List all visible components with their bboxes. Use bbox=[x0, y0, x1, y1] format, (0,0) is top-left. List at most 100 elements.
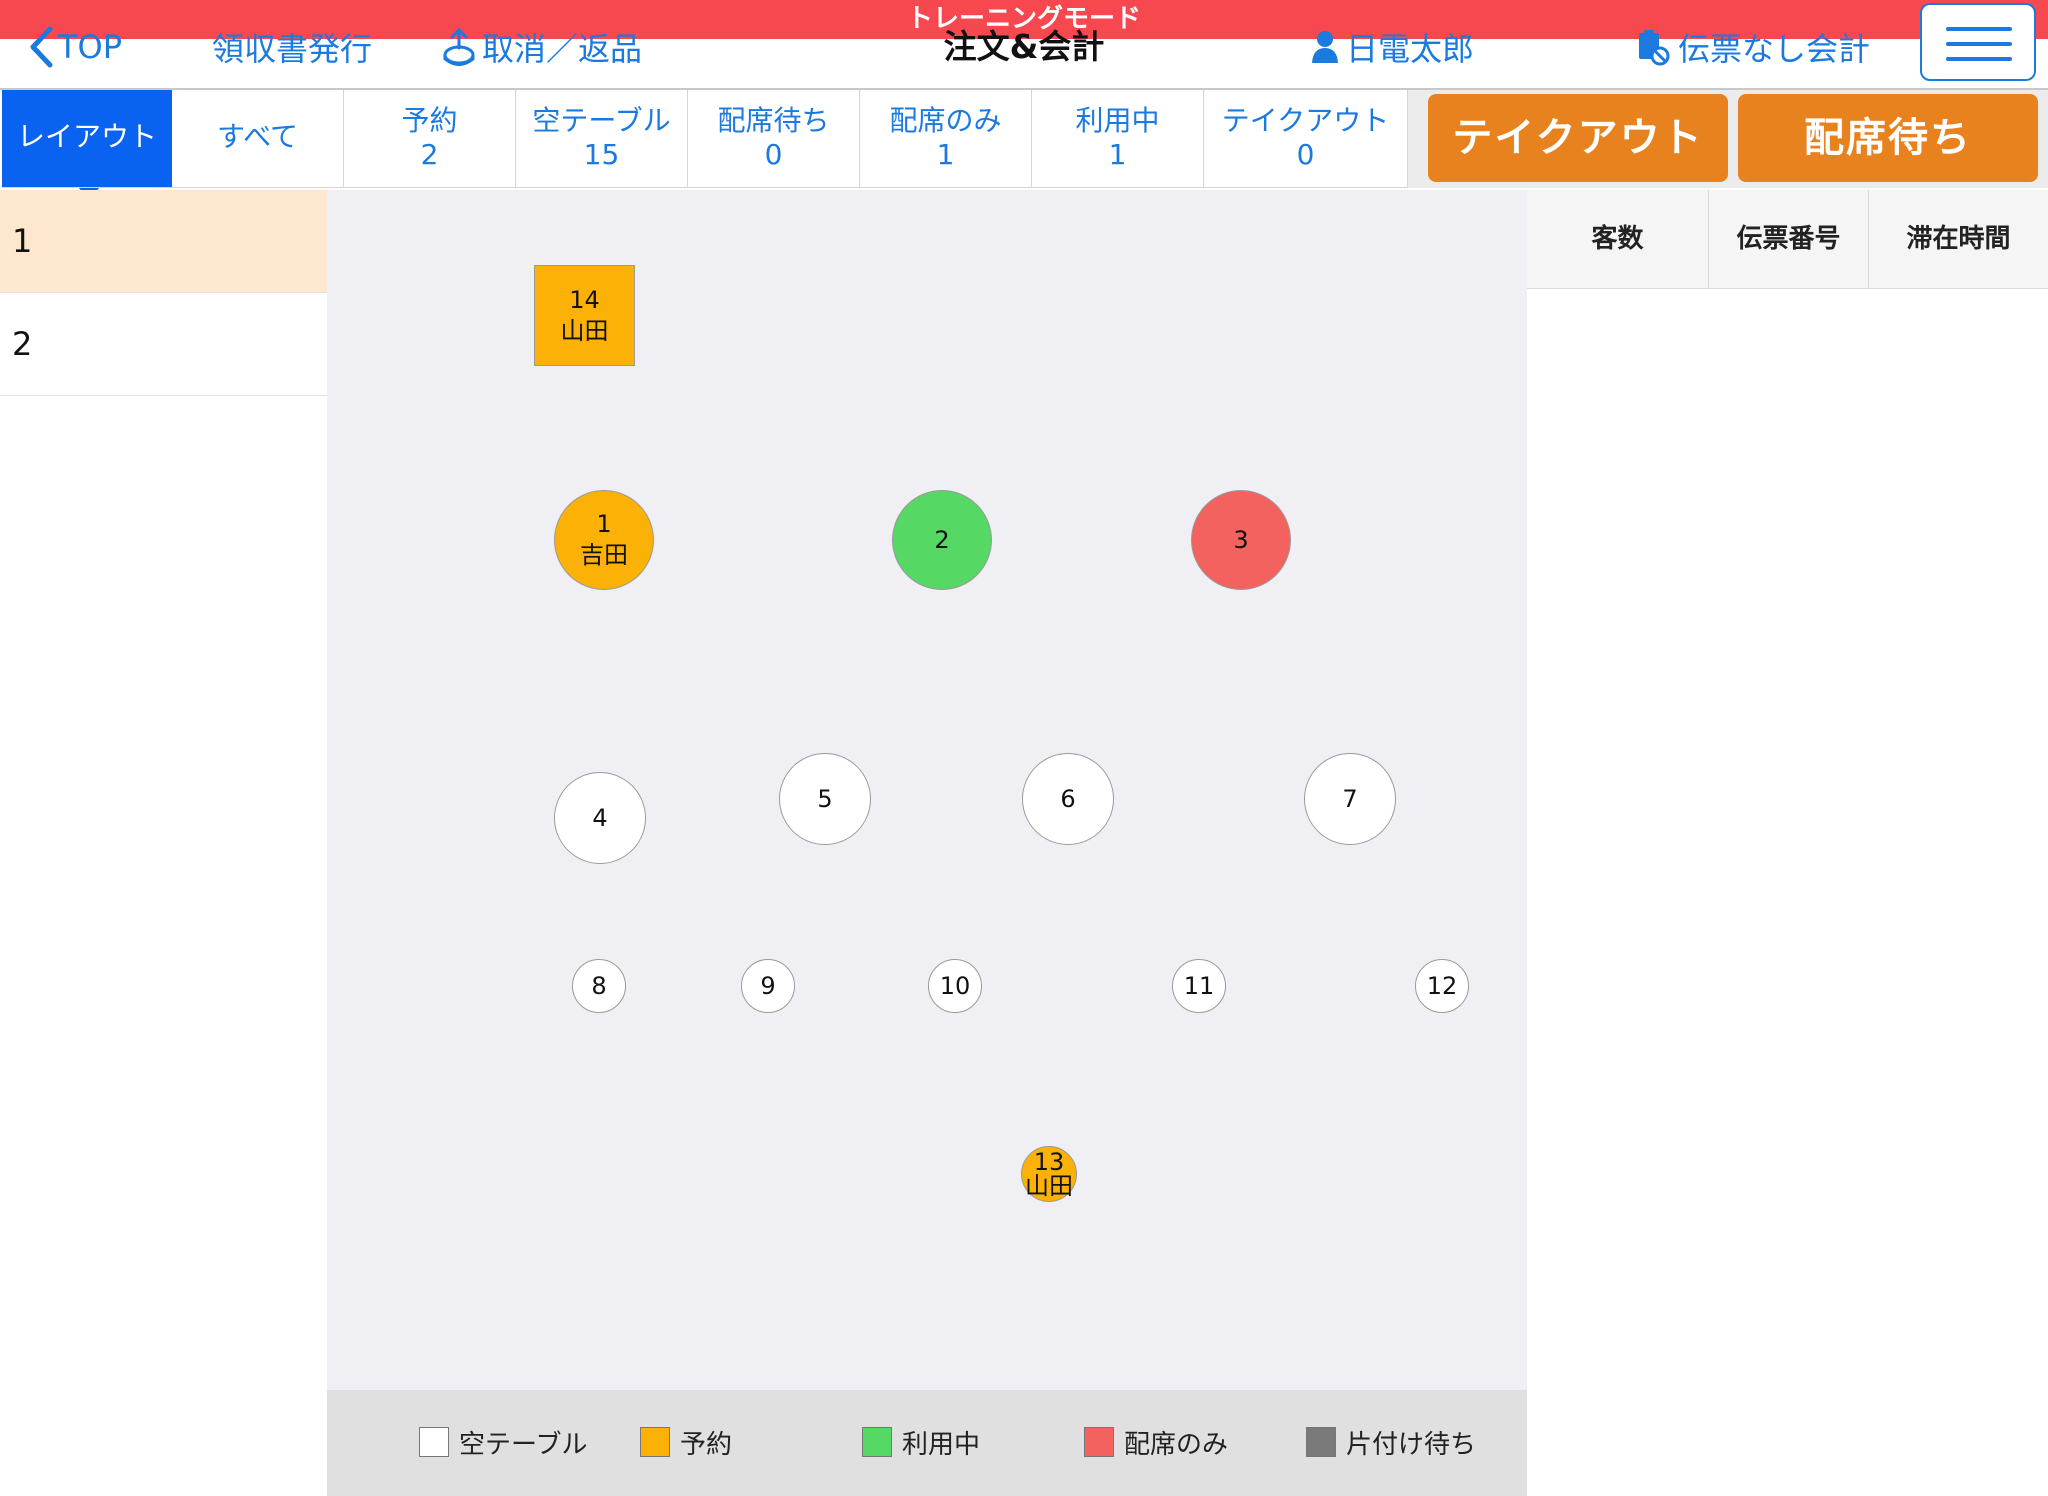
staff-name: 日電太郎 bbox=[1346, 30, 1475, 68]
floor-item-1[interactable]: 1 bbox=[0, 190, 327, 293]
legend-swatch bbox=[419, 1427, 449, 1457]
table-8[interactable]: 8 bbox=[572, 959, 626, 1013]
issue-receipt-button[interactable]: 領収書発行 bbox=[212, 24, 372, 70]
legend-label: 利用中 bbox=[902, 1429, 981, 1460]
status-legend: 空テーブル 予約 利用中 配席のみ 片付け待ち bbox=[327, 1390, 1527, 1496]
table-number: 11 bbox=[1183, 971, 1215, 1000]
tab-count: 2 bbox=[420, 138, 439, 171]
legend-swatch bbox=[1084, 1427, 1114, 1457]
legend-item-in-use: 利用中 bbox=[862, 1426, 981, 1460]
table-3[interactable]: 3 bbox=[1191, 490, 1291, 590]
table-guest-name: 吉田 bbox=[580, 541, 628, 569]
no-slip-checkout-button[interactable]: 伝票なし会計 bbox=[1636, 24, 1870, 70]
table-6[interactable]: 6 bbox=[1022, 753, 1114, 845]
column-slip-number[interactable]: 伝票番号 bbox=[1709, 190, 1869, 288]
tab-takeout[interactable]: テイクアウト 0 bbox=[1204, 90, 1408, 188]
back-to-top-button[interactable]: TOP bbox=[28, 24, 122, 70]
tab-label: レイアウト bbox=[16, 120, 157, 153]
waiting-seating-button[interactable]: 配席待ち bbox=[1738, 94, 2038, 182]
table-12[interactable]: 12 bbox=[1415, 959, 1469, 1013]
tab-empty-tables[interactable]: 空テーブル 15 bbox=[516, 90, 688, 188]
table-number: 13 bbox=[1033, 1148, 1065, 1176]
table-11[interactable]: 11 bbox=[1172, 959, 1226, 1013]
table-5[interactable]: 5 bbox=[779, 753, 871, 845]
tab-label: 空テーブル bbox=[532, 104, 671, 137]
tab-label: 配席のみ bbox=[889, 104, 1002, 137]
floor-list: 1 2 bbox=[0, 190, 327, 1496]
table-number: 12 bbox=[1426, 971, 1458, 1000]
table-number: 9 bbox=[760, 971, 776, 1000]
table-number: 2 bbox=[934, 525, 950, 554]
tab-in-use[interactable]: 利用中 1 bbox=[1032, 90, 1204, 188]
staff-button[interactable]: 日電太郎 bbox=[1310, 24, 1474, 70]
legend-swatch bbox=[1306, 1427, 1336, 1457]
tab-count: 0 bbox=[1296, 138, 1315, 171]
tab-label: 利用中 bbox=[1075, 104, 1160, 137]
tab-count: 1 bbox=[936, 138, 955, 171]
tab-label: テイクアウト bbox=[1221, 104, 1390, 137]
chevron-left-icon bbox=[30, 26, 53, 68]
table-number: 7 bbox=[1342, 784, 1358, 813]
top-bar: トレーニングモード TOP 領収書発行 取消／返品 注文&会計 日電太郎 伝票な… bbox=[0, 0, 2048, 90]
legend-swatch bbox=[640, 1427, 670, 1457]
table-number: 3 bbox=[1233, 525, 1249, 554]
table-number: 14 bbox=[569, 285, 600, 314]
page-title: 注文&会計 bbox=[943, 27, 1105, 66]
table-number: 4 bbox=[592, 803, 608, 832]
no-slip-checkout-label: 伝票なし会計 bbox=[1678, 30, 1871, 68]
menu-bar-icon bbox=[1946, 57, 2012, 61]
table-4[interactable]: 4 bbox=[554, 772, 646, 864]
table-number: 10 bbox=[939, 971, 971, 1000]
table-7[interactable]: 7 bbox=[1304, 753, 1396, 845]
legend-item-seated-only: 配席のみ bbox=[1084, 1426, 1229, 1460]
hamburger-menu-button[interactable] bbox=[1920, 3, 2036, 81]
tab-label: すべて bbox=[217, 120, 298, 153]
floor-item-2[interactable]: 2 bbox=[0, 293, 327, 396]
cancel-return-button[interactable]: 取消／返品 bbox=[442, 24, 642, 70]
legend-label: 空テーブル bbox=[459, 1429, 588, 1460]
tab-count: 15 bbox=[583, 138, 620, 171]
table-2[interactable]: 2 bbox=[892, 490, 992, 590]
slip-list-panel: 客数 伝票番号 滞在時間 bbox=[1527, 190, 2048, 1496]
clipboard-prohibited-icon bbox=[1639, 30, 1670, 66]
cancel-return-label: 取消／返品 bbox=[482, 30, 643, 68]
legend-item-empty: 空テーブル bbox=[419, 1426, 588, 1460]
back-to-top-label: TOP bbox=[58, 28, 123, 66]
issue-receipt-label: 領収書発行 bbox=[212, 30, 373, 68]
table-guest-name: 山田 bbox=[560, 316, 609, 345]
menu-bar-icon bbox=[1946, 27, 2012, 31]
column-guests[interactable]: 客数 bbox=[1527, 190, 1709, 288]
table-number: 6 bbox=[1060, 784, 1076, 813]
status-filter-tabs: レイアウト すべて 予約 2 空テーブル 15 配席待ち 0 配席のみ 1 利用… bbox=[0, 90, 1408, 201]
tab-waiting-seating[interactable]: 配席待ち 0 bbox=[688, 90, 860, 188]
table-9[interactable]: 9 bbox=[741, 959, 795, 1013]
takeout-button[interactable]: テイクアウト bbox=[1428, 94, 1728, 182]
slip-list-header: 客数 伝票番号 滞在時間 bbox=[1527, 190, 2048, 289]
tab-layout[interactable]: レイアウト bbox=[2, 90, 172, 201]
table-10[interactable]: 10 bbox=[928, 959, 982, 1013]
table-13[interactable]: 13 山田 bbox=[1021, 1146, 1077, 1202]
legend-label: 配席のみ bbox=[1124, 1429, 1229, 1460]
legend-item-cleanup-waiting: 片付け待ち bbox=[1306, 1426, 1477, 1460]
column-stay-time[interactable]: 滞在時間 bbox=[1869, 190, 2048, 288]
table-number: 1 bbox=[596, 510, 612, 538]
tab-label: 予約 bbox=[401, 104, 458, 137]
floor-map: 14 山田 1 吉田 2 3 4 5 6 7 8 9 10 11 12 13 山田 bbox=[327, 190, 1527, 1390]
tab-reserved[interactable]: 予約 2 bbox=[344, 90, 516, 188]
tab-seated-only[interactable]: 配席のみ 1 bbox=[860, 90, 1032, 188]
legend-label: 予約 bbox=[680, 1429, 733, 1460]
table-number: 8 bbox=[591, 971, 607, 1000]
tab-count: 0 bbox=[764, 138, 783, 171]
table-14[interactable]: 14 山田 bbox=[534, 265, 635, 366]
table-number: 5 bbox=[817, 784, 833, 813]
tab-label: 配席待ち bbox=[717, 104, 830, 137]
user-icon bbox=[1312, 31, 1338, 63]
refund-icon bbox=[443, 28, 475, 66]
table-1[interactable]: 1 吉田 bbox=[554, 490, 654, 590]
tab-all[interactable]: すべて bbox=[172, 90, 344, 188]
table-guest-name: 山田 bbox=[1025, 1172, 1073, 1200]
legend-item-reserved: 予約 bbox=[640, 1426, 733, 1460]
menu-bar-icon bbox=[1946, 42, 2012, 46]
legend-label: 片付け待ち bbox=[1346, 1429, 1477, 1460]
legend-swatch bbox=[862, 1427, 892, 1457]
